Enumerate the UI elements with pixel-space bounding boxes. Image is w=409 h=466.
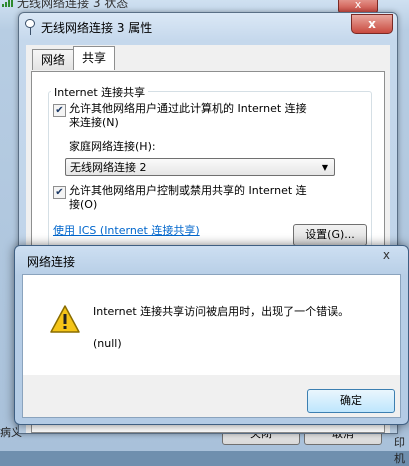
ics-group-title: Internet 连接共享 bbox=[51, 84, 149, 100]
error-dialog: 网络连接 x Internet 连接共享访问被启用时，出现了一个错误。 (nul… bbox=[14, 245, 409, 425]
properties-close-button[interactable]: x bbox=[351, 14, 393, 34]
allow-connect-label-line1: 允许其他网络用户通过此计算机的 Internet 连接 bbox=[69, 102, 307, 115]
allow-connect-label-line2: 来连接(N) bbox=[69, 116, 119, 129]
allow-control-label-line2: 接(O) bbox=[69, 198, 98, 211]
tab-network[interactable]: 网络 bbox=[32, 49, 75, 70]
ok-button[interactable]: 确定 bbox=[307, 389, 395, 413]
home-network-label: 家庭网络连接(H): bbox=[69, 140, 156, 153]
properties-tabs: 网络 共享 bbox=[32, 46, 116, 70]
network-adapter-icon bbox=[25, 19, 35, 35]
background-window-titlebar: 无线网络连接 3 状态 bbox=[2, 0, 128, 10]
tab-sharing[interactable]: 共享 bbox=[73, 46, 116, 70]
background-window-title: 无线网络连接 3 状态 bbox=[17, 0, 129, 10]
properties-title: 无线网络连接 3 属性 bbox=[41, 20, 153, 35]
error-content-area: Internet 连接共享访问被启用时，出现了一个错误。 (null) bbox=[23, 275, 400, 375]
chevron-down-icon: ▼ bbox=[321, 163, 328, 172]
signal-icon bbox=[2, 0, 13, 7]
allow-control-label-line1: 允许其他网络用户控制或禁用共享的 Internet 连 bbox=[69, 184, 307, 197]
allow-connect-checkbox[interactable]: ✔ bbox=[53, 104, 66, 117]
error-close-button[interactable]: x bbox=[383, 248, 390, 262]
home-network-dropdown[interactable]: 无线网络连接 2 ▼ bbox=[65, 158, 335, 176]
error-message: Internet 连接共享访问被启用时，出现了一个错误。 bbox=[93, 305, 350, 318]
error-dialog-body: Internet 连接共享访问被启用时，出现了一个错误。 (null) 确定 bbox=[22, 274, 401, 418]
settings-button[interactable]: 设置(G)... bbox=[293, 224, 367, 246]
ics-help-link[interactable]: 使用 ICS (Internet 连接共享) bbox=[53, 222, 200, 238]
allow-control-checkbox[interactable]: ✔ bbox=[53, 186, 66, 199]
home-network-selected-value: 无线网络连接 2 bbox=[70, 161, 147, 174]
error-detail: (null) bbox=[93, 337, 122, 350]
error-dialog-title: 网络连接 bbox=[27, 255, 76, 269]
properties-titlebar: 无线网络连接 3 属性 x bbox=[19, 13, 397, 41]
warning-icon bbox=[50, 305, 80, 333]
background-footer-right-text: 印机 bbox=[394, 436, 405, 465]
